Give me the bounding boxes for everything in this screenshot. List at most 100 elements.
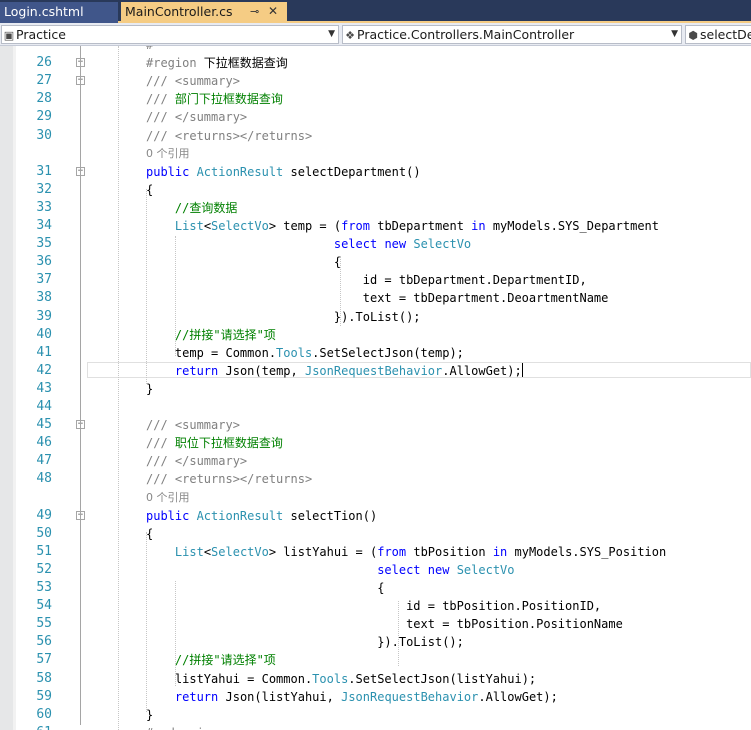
code-line[interactable]: 57 //拼接"请选择"项 — [0, 651, 751, 669]
code-line[interactable]: 46 /// 职位下拉框数据查询 — [0, 434, 751, 452]
tab-label: Login.cshtml — [4, 4, 84, 19]
code-line[interactable]: 38 text = tbDepartment.DeoartmentName — [0, 289, 751, 307]
class-dropdown[interactable]: ❖ Practice.Controllers.MainController ▼ — [342, 25, 682, 44]
tab-login-cshtml[interactable]: Login.cshtml — [0, 2, 118, 23]
code-line[interactable]: 27−/// <summary> — [0, 72, 751, 90]
tab-maincontroller-cs[interactable]: MainController.cs ⊸ ✕ — [121, 2, 287, 23]
code-text: #region 下拉框数据查询 — [146, 54, 288, 72]
code-line[interactable]: 41 temp = Common.Tools.SetSelectJson(tem… — [0, 344, 751, 362]
code-text: id = tbDepartment.DepartmentID, — [146, 271, 587, 289]
code-token: text = tbDepartment.DeoartmentName — [146, 291, 609, 306]
code-line[interactable]: 55 text = tbPosition.PositionName — [0, 615, 751, 633]
code-text: //拼接"请选择"项 — [146, 651, 276, 669]
code-line[interactable]: 43} — [0, 380, 751, 398]
close-icon[interactable]: ✕ — [268, 2, 278, 21]
code-token: temp = Common. — [146, 345, 277, 360]
code-text: } — [146, 380, 153, 398]
code-line[interactable]: 51 List<SelectVo> listYahui = (from tbPo… — [0, 543, 751, 561]
codelens-row[interactable]: 0 个引用 — [0, 489, 751, 507]
code-line[interactable]: 37 id = tbDepartment.DepartmentID, — [0, 271, 751, 289]
code-line[interactable]: 45−/// <summary> — [0, 416, 751, 434]
code-text: select new SelectVo — [146, 561, 515, 579]
code-token: tbPosition — [406, 544, 493, 559]
code-text: /// </summary> — [146, 452, 247, 470]
code-token: } — [146, 707, 154, 722]
code-line[interactable]: 26−#region 下拉框数据查询 — [0, 54, 751, 72]
code-line[interactable]: 31−public ActionResult selectDepartment(… — [0, 163, 751, 181]
code-line[interactable]: 50 { — [0, 525, 751, 543]
code-token: Tools — [276, 345, 313, 360]
code-line[interactable]: 33 //查询数据 — [0, 199, 751, 217]
line-number: 27 — [36, 73, 52, 89]
code-token: tbDepartment — [370, 219, 472, 233]
code-line[interactable]: 60} — [0, 706, 751, 724]
code-token: ActionResult — [196, 164, 284, 179]
code-line[interactable]: 56 }).ToList(); — [0, 633, 751, 651]
code-token: SelectVo — [456, 562, 515, 577]
code-token: JsonRequestBehavior — [341, 689, 479, 704]
code-line[interactable]: 48 /// <returns></returns> — [0, 470, 751, 488]
line-number: 35 — [36, 236, 52, 252]
member-dropdown-value: selectDe — [700, 27, 751, 42]
code-token: #endregion — [146, 726, 218, 730]
code-token: in — [471, 219, 486, 233]
reference-count-lens[interactable]: 0 个引用 — [146, 489, 190, 507]
code-token: id = tbPosition.PositionID, — [146, 599, 602, 614]
code-line[interactable]: 42 return Json(temp, JsonRequestBehavior… — [0, 361, 751, 380]
code-text: #endregion — [146, 724, 218, 730]
code-token: < — [203, 544, 212, 559]
code-line[interactable]: 29 /// </summary> — [0, 108, 751, 126]
code-line[interactable]: 61 #endregion — [0, 724, 751, 730]
code-token: JsonRequestBehavior — [304, 363, 443, 378]
indent-guide — [175, 581, 176, 686]
code-line[interactable]: 32 { — [0, 181, 751, 199]
code-text: /// <returns></returns> — [146, 470, 312, 488]
code-token: /// </summary> — [146, 454, 248, 469]
project-dropdown[interactable]: ▣ Practice ▼ — [1, 25, 339, 44]
code-line[interactable]: 44 — [0, 398, 751, 416]
indent-guide — [340, 256, 341, 326]
code-editor[interactable]: #26−#region 下拉框数据查询27−/// <summary>28 ///… — [0, 46, 751, 730]
code-text: temp = Common.Tools.SetSelectJson(temp); — [146, 344, 464, 362]
code-line[interactable]: 47 /// </summary> — [0, 452, 751, 470]
code-token: id = tbDepartment.DepartmentID, — [146, 273, 587, 288]
pin-icon[interactable]: ⊸ — [250, 2, 259, 21]
code-token: /// </summary> — [146, 110, 248, 125]
code-line[interactable]: 35 select new SelectVo — [0, 235, 751, 253]
code-line[interactable]: 30 /// <returns></returns> — [0, 127, 751, 145]
document-tab-bar: Login.cshtml MainController.cs ⊸ ✕ — [0, 0, 751, 23]
code-line[interactable]: # — [0, 46, 751, 54]
code-line[interactable]: 39 }).ToList(); — [0, 308, 751, 326]
code-text: { — [146, 181, 153, 199]
codelens-row[interactable]: 0 个引用 — [0, 145, 751, 163]
reference-count-lens[interactable]: 0 个引用 — [146, 145, 190, 163]
line-number: 30 — [36, 127, 52, 143]
code-token: /// — [146, 92, 175, 107]
code-token: Json(listYahui, — [218, 689, 342, 704]
code-text: return Json(temp, JsonRequestBehavior.Al… — [146, 362, 523, 380]
code-line[interactable]: 34 List<SelectVo> temp = (from tbDepartm… — [0, 217, 751, 235]
code-text: /// 职位下拉框数据查询 — [146, 434, 283, 452]
chevron-down-icon: ▼ — [671, 29, 678, 39]
line-number: 50 — [36, 525, 52, 541]
code-token: SelectVo — [211, 219, 269, 233]
code-line[interactable]: 53 { — [0, 579, 751, 597]
code-token: select — [377, 562, 421, 577]
line-number: 59 — [36, 688, 52, 704]
code-token: //查询数据 — [146, 200, 238, 215]
code-line[interactable]: 58 listYahui = Common.Tools.SetSelectJso… — [0, 670, 751, 688]
member-dropdown[interactable]: ⬢ selectDe — [685, 25, 751, 44]
code-line[interactable]: 28 /// 部门下拉框数据查询 — [0, 90, 751, 108]
line-number: 52 — [36, 561, 52, 577]
code-line[interactable]: 54 id = tbPosition.PositionID, — [0, 597, 751, 615]
code-line[interactable]: 49−public ActionResult selectTion() — [0, 507, 751, 525]
code-line[interactable]: 52 select new SelectVo — [0, 561, 751, 579]
line-number: 49 — [36, 507, 52, 523]
code-line[interactable]: 40 //拼接"请选择"项 — [0, 326, 751, 344]
code-text: /// <summary> — [146, 416, 240, 434]
method-icon: ⬢ — [688, 29, 698, 42]
code-line[interactable]: 36 { — [0, 253, 751, 271]
code-line[interactable]: 59 return Json(listYahui, JsonRequestBeh… — [0, 688, 751, 706]
line-number: 45 — [36, 417, 52, 433]
